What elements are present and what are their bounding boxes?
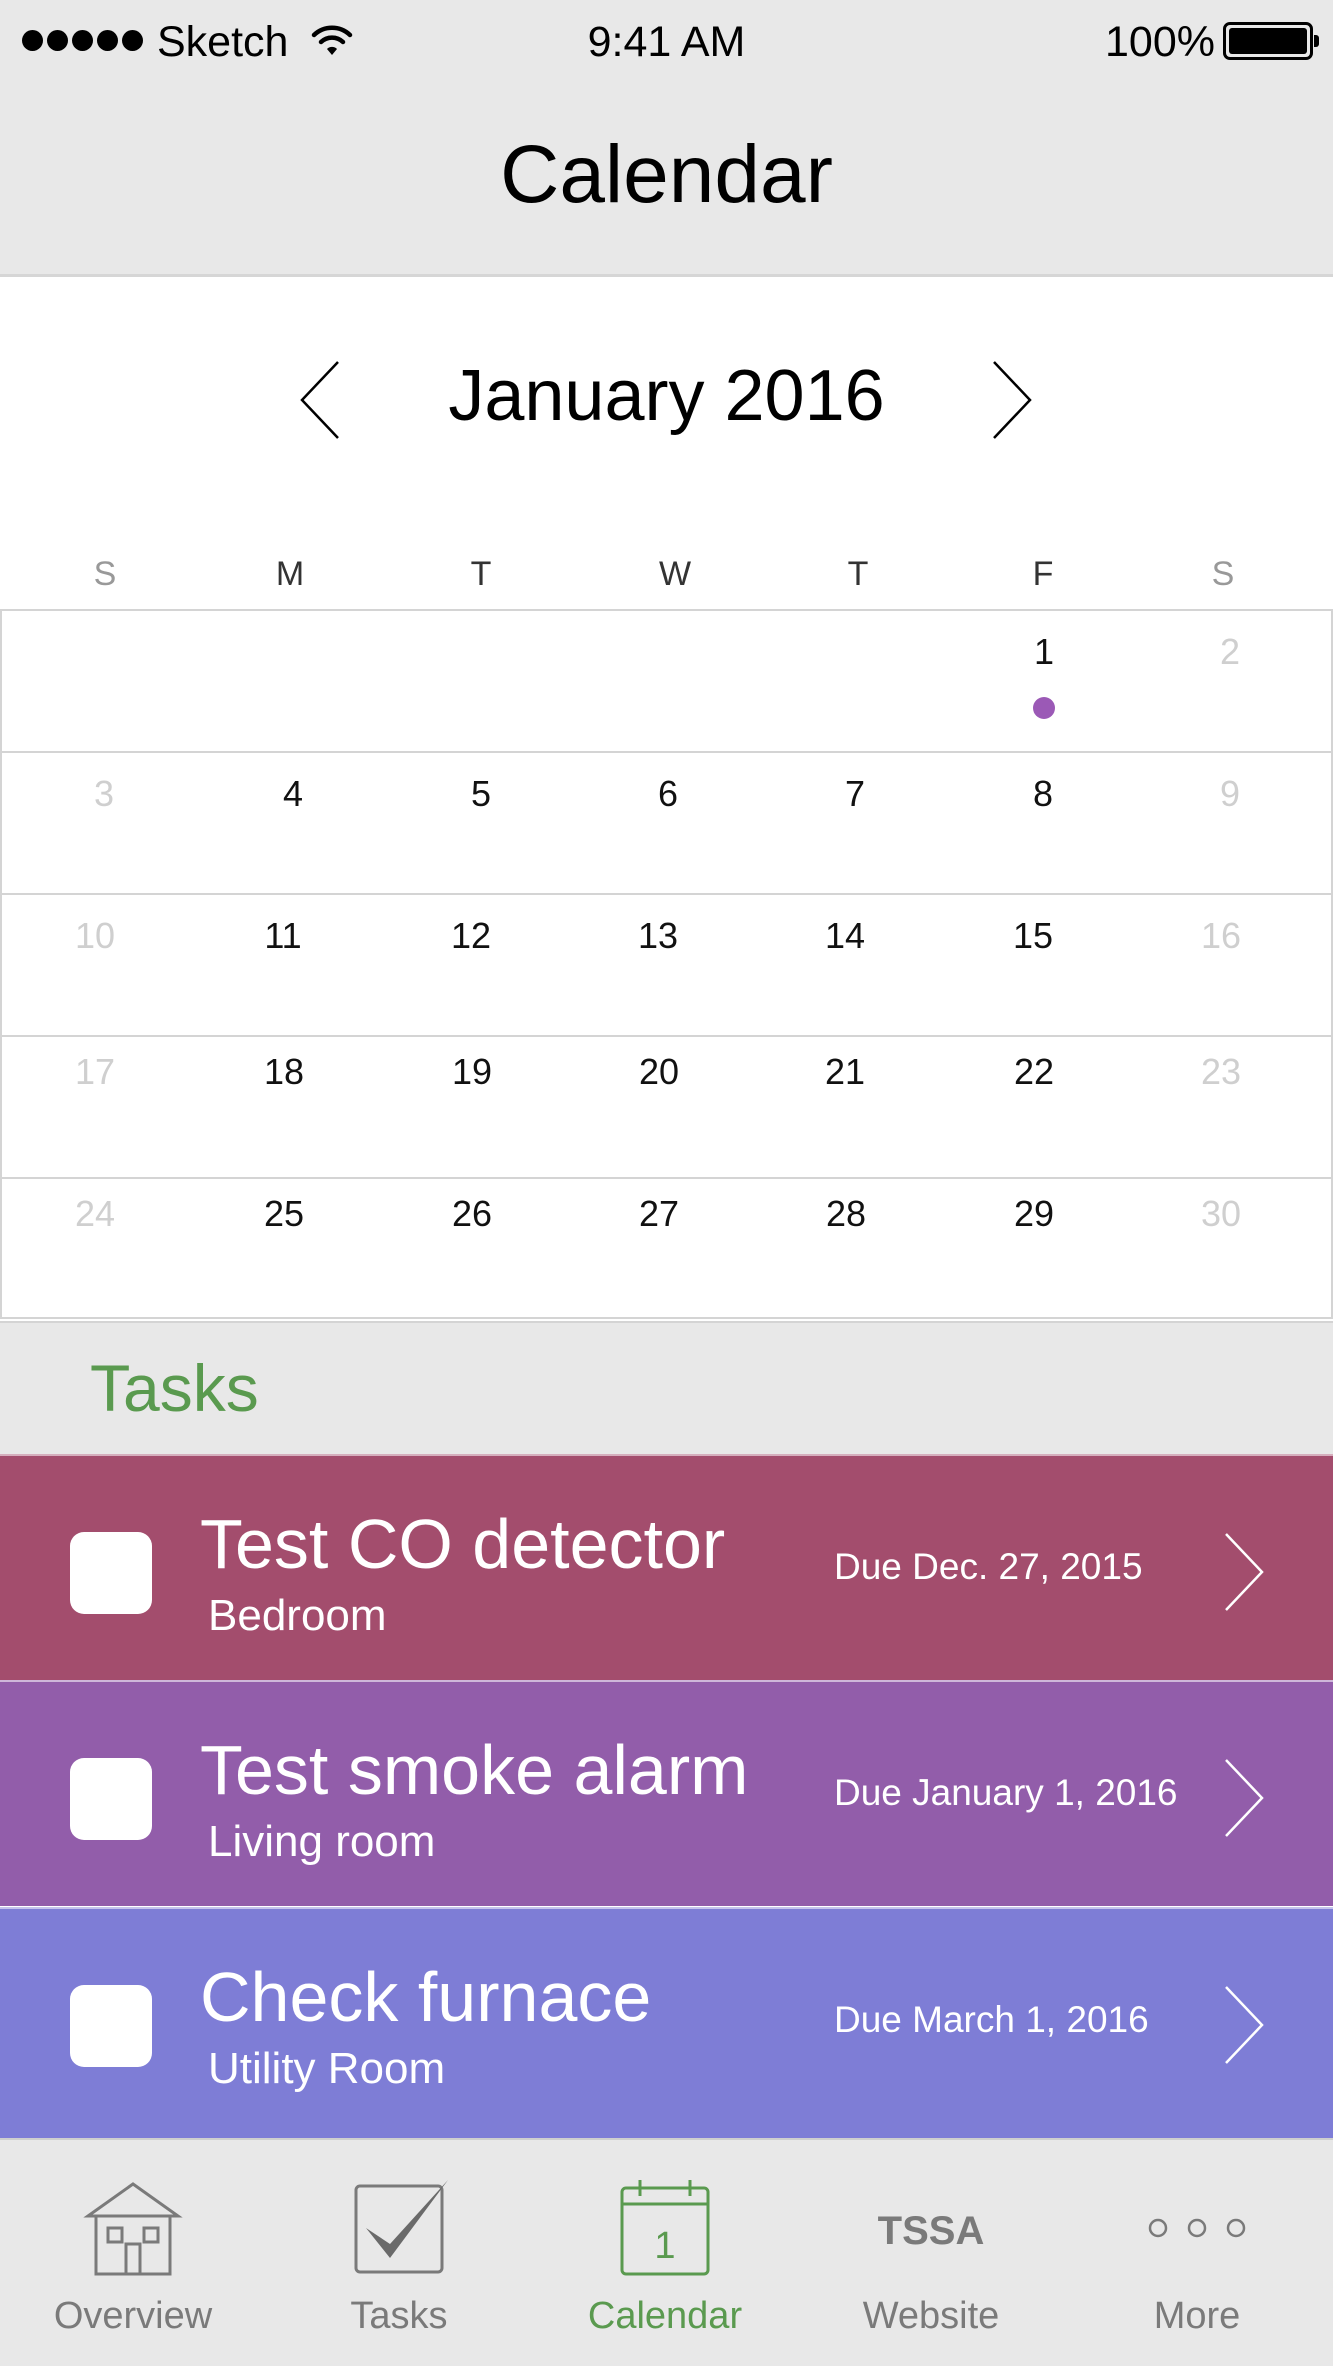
weekday-label: T	[847, 555, 869, 593]
task-room: Bedroom	[208, 1591, 387, 1640]
task-due-date: Due March 1, 2016	[834, 1999, 1149, 2040]
tab-website[interactable]: TSSA Website	[798, 2140, 1064, 2366]
calendar-day[interactable]: 5	[386, 773, 576, 815]
calendar-day[interactable]: 15	[938, 915, 1128, 957]
chevron-right-icon[interactable]	[1222, 1532, 1266, 1612]
calendar-day[interactable]: 7	[760, 773, 950, 815]
tab-label: Tasks	[350, 2295, 448, 2337]
top-bar: Sketch 9:41 AM 100% Calendar	[0, 0, 1333, 277]
tssa-logo-icon: TSSA	[878, 2209, 985, 2253]
task-row[interactable]: Test CO detector Bedroom Due Dec. 27, 20…	[0, 1454, 1333, 1680]
task-due-date: Due January 1, 2016	[834, 1772, 1178, 1813]
event-dot	[1033, 697, 1055, 719]
task-row[interactable]: Test smoke alarm Living room Due January…	[0, 1680, 1333, 1906]
calendar-icon: 1	[620, 2180, 710, 2276]
calendar-day[interactable]: 16	[1126, 915, 1316, 957]
weekday-label: M	[275, 555, 305, 593]
calendar-day[interactable]: 27	[564, 1193, 754, 1235]
calendar-day[interactable]: 6	[573, 773, 763, 815]
next-month-button[interactable]	[990, 360, 1034, 440]
battery-percent: 100%	[1105, 18, 1215, 66]
task-title: Check furnace	[200, 1958, 652, 2036]
task-row[interactable]: Check furnace Utility Room Due March 1, …	[0, 1907, 1333, 2138]
tab-label: Calendar	[587, 2295, 743, 2337]
tab-calendar[interactable]: 1 Calendar	[532, 2140, 798, 2366]
month-label: January 2016	[448, 356, 885, 436]
task-checkbox[interactable]	[70, 1758, 152, 1840]
status-bar: Sketch 9:41 AM 100%	[0, 0, 1333, 90]
page-title: Calendar	[500, 129, 833, 220]
calendar-day[interactable]: 1	[949, 631, 1139, 673]
calendar-day[interactable]: 22	[939, 1051, 1129, 1093]
task-room: Utility Room	[208, 2044, 446, 2093]
calendar-day[interactable]: 29	[939, 1193, 1129, 1235]
weekday-label: S	[1211, 555, 1235, 593]
calendar-icon-badge: 1	[654, 2225, 675, 2267]
calendar-day[interactable]: 23	[1126, 1051, 1316, 1093]
weekday-label: W	[658, 555, 692, 593]
calendar-week: 3 4 5 6 7 8 9	[0, 751, 1333, 893]
calendar-week: 24 25 26 27 28 29 30	[0, 1177, 1333, 1319]
tasks-section-header: Tasks	[0, 1321, 1333, 1454]
tab-overview[interactable]: Overview	[0, 2140, 266, 2366]
tasks-heading: Tasks	[90, 1351, 259, 1425]
tab-label: Overview	[53, 2295, 213, 2337]
calendar-day[interactable]: 28	[751, 1193, 941, 1235]
calendar-day[interactable]: 4	[198, 773, 388, 815]
calendar-day[interactable]: 17	[0, 1051, 190, 1093]
calendar-week: 10 11 12 13 14 15 16	[0, 893, 1333, 1035]
weekday-label: S	[93, 555, 117, 593]
task-title: Test CO detector	[200, 1505, 726, 1583]
calendar-week: 1 2	[0, 609, 1333, 751]
calendar-week: 17 18 19 20 21 22 23	[0, 1035, 1333, 1177]
calendar-day[interactable]: 18	[189, 1051, 379, 1093]
weekday-label: F	[1032, 555, 1054, 593]
battery-icon	[1223, 22, 1319, 60]
calendar-day[interactable]: 30	[1126, 1193, 1316, 1235]
calendar-day[interactable]: 12	[376, 915, 566, 957]
calendar-day[interactable]: 8	[948, 773, 1138, 815]
calendar-day[interactable]: 25	[189, 1193, 379, 1235]
weekday-header: S M T W T F S	[0, 555, 1333, 605]
calendar-day[interactable]: 11	[188, 915, 378, 957]
calendar-day[interactable]: 2	[1135, 631, 1325, 673]
weekday-label: T	[470, 555, 492, 593]
tssa-logo-text: TSSA	[878, 2209, 985, 2253]
checkmark-icon	[354, 2180, 448, 2274]
house-icon	[83, 2182, 183, 2276]
task-room: Living room	[208, 1817, 436, 1866]
calendar-day[interactable]: 13	[563, 915, 753, 957]
tab-tasks[interactable]: Tasks	[266, 2140, 532, 2366]
calendar-day[interactable]: 3	[9, 773, 199, 815]
calendar-day[interactable]: 19	[377, 1051, 567, 1093]
tab-bar: Overview Tasks 1 Calendar TSSA Website M…	[0, 2138, 1333, 2366]
tab-more[interactable]: More	[1064, 2140, 1330, 2366]
task-checkbox[interactable]	[70, 1532, 152, 1614]
calendar-grid: 1 2 3 4 5 6 7 8 9 10 11 12 13 14 15 16 1…	[0, 609, 1333, 1321]
chevron-right-icon[interactable]	[1222, 1985, 1266, 2065]
task-title: Test smoke alarm	[200, 1731, 749, 1809]
tab-label: Website	[862, 2295, 1000, 2337]
more-icon	[1148, 2218, 1246, 2238]
calendar-day[interactable]: 24	[0, 1193, 190, 1235]
task-due-date: Due Dec. 27, 2015	[834, 1546, 1143, 1587]
task-checkbox[interactable]	[70, 1985, 152, 2067]
calendar-day[interactable]: 26	[377, 1193, 567, 1235]
chevron-right-icon[interactable]	[1222, 1758, 1266, 1838]
calendar-day[interactable]: 20	[564, 1051, 754, 1093]
calendar-day[interactable]: 9	[1135, 773, 1325, 815]
calendar-day[interactable]: 10	[0, 915, 190, 957]
tab-label: More	[1153, 2295, 1241, 2337]
calendar-day[interactable]: 21	[750, 1051, 940, 1093]
calendar-day[interactable]: 14	[750, 915, 940, 957]
